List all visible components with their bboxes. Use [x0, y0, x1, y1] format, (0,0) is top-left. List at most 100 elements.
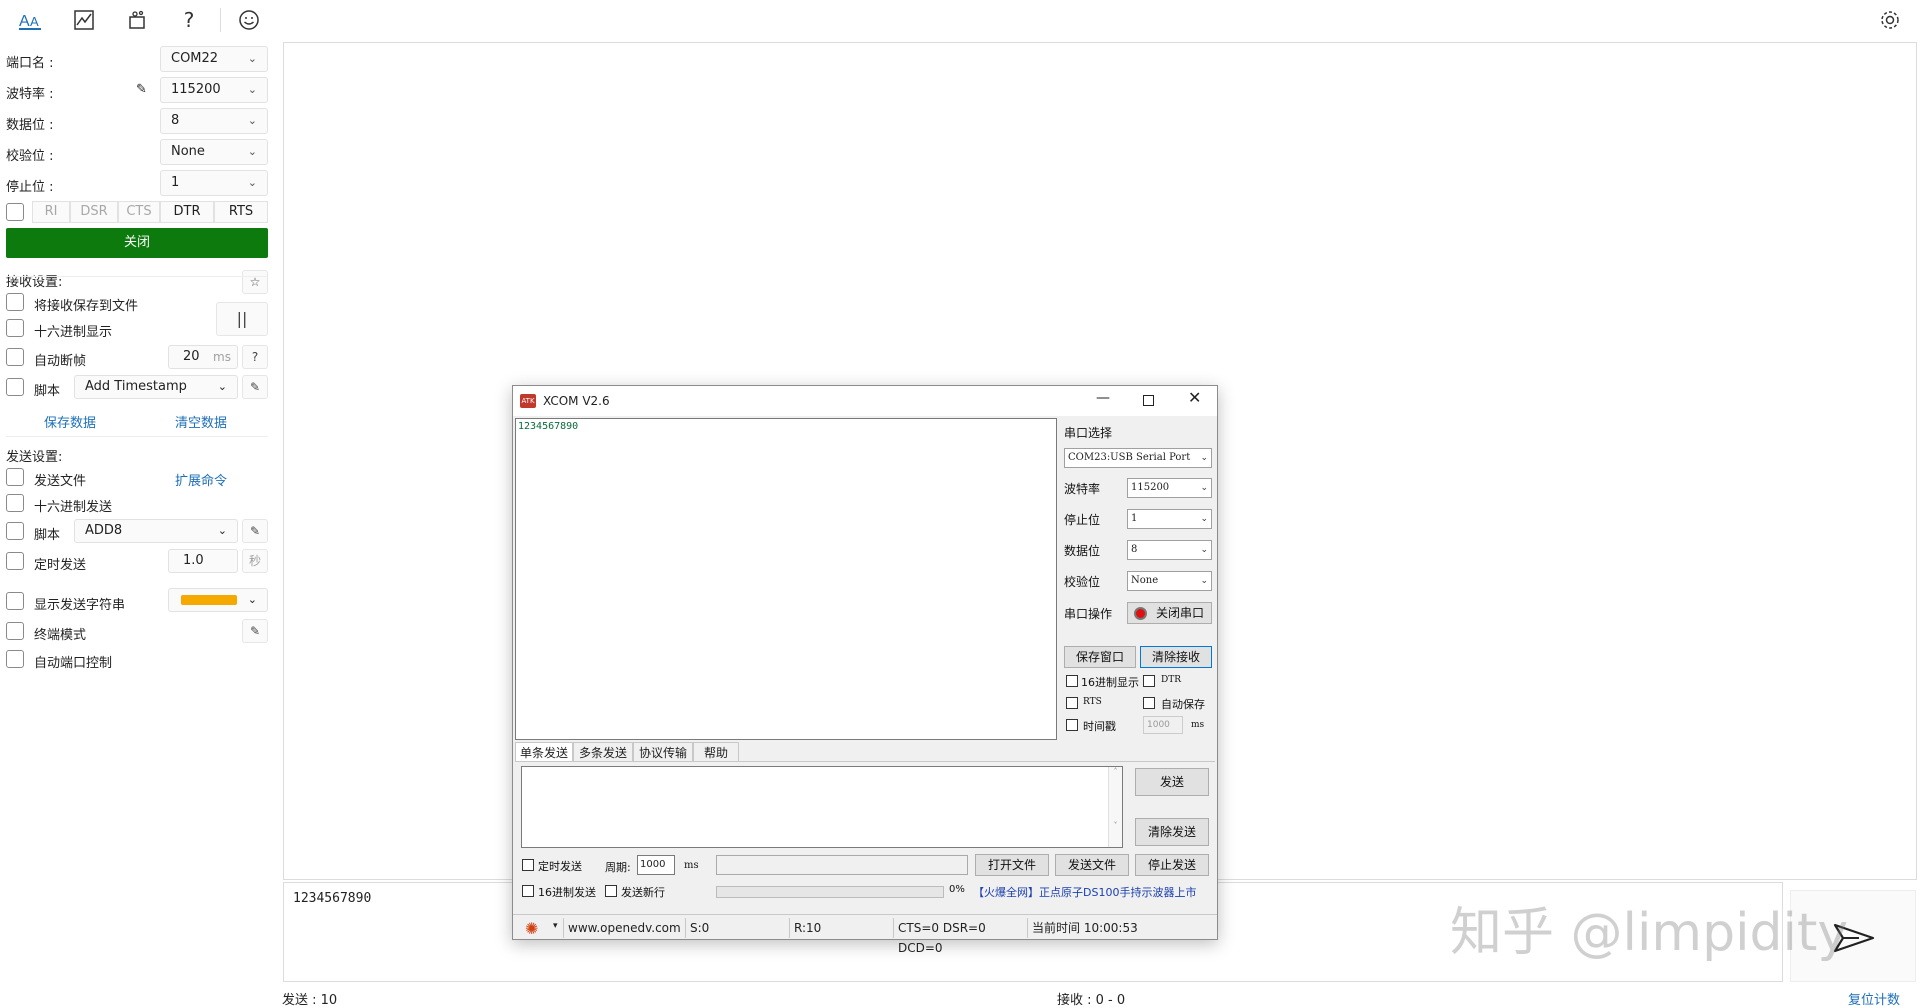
chevron-down-icon: ⌄	[1200, 576, 1208, 586]
minimize-icon[interactable]: —	[1096, 390, 1110, 406]
send-file-checkbox[interactable]	[6, 468, 24, 486]
plugin-icon[interactable]	[124, 7, 150, 33]
timed-send-checkbox[interactable]	[6, 552, 24, 570]
send-script-select[interactable]: ADD8 ⌄	[74, 519, 238, 543]
port-select[interactable]: COM22 ⌄	[160, 46, 268, 72]
databits-select[interactable]: 8 ⌄	[160, 108, 268, 134]
xcom-send-button[interactable]: 发送	[1135, 768, 1209, 796]
tab-multi-send[interactable]: 多条发送	[573, 742, 633, 762]
xcom-hex-send-checkbox[interactable]	[522, 885, 534, 897]
send-script-checkbox[interactable]	[6, 522, 24, 540]
extend-command-link[interactable]: 扩展命令	[175, 470, 227, 489]
chevron-down-icon: ⌄	[1200, 453, 1208, 463]
xcom-titlebar[interactable]: ATK XCOM V2.6 — ✕	[513, 386, 1217, 416]
close-port-button[interactable]: 关闭	[6, 228, 268, 258]
xcom-ad-link[interactable]: 【火爆全网】正点原子DS100手持示波器上市	[973, 884, 1196, 900]
xcom-close-port-button[interactable]: 关闭串口	[1127, 602, 1212, 624]
auto-port-control-checkbox[interactable]	[6, 650, 24, 668]
edit-script-icon[interactable]: ✎	[242, 519, 268, 543]
xcom-port-select[interactable]: COM23:USB Serial Port ⌄	[1064, 448, 1212, 468]
recv-script-select[interactable]: Add Timestamp ⌄	[74, 375, 238, 399]
chevron-down-icon: ⌄	[1200, 514, 1208, 524]
xcom-title: XCOM V2.6	[543, 394, 610, 408]
send-script-value: ADD8	[85, 523, 123, 538]
gear-icon[interactable]	[1877, 7, 1903, 33]
signal-checkbox[interactable]	[6, 203, 24, 221]
parity-select[interactable]: None ⌄	[160, 139, 268, 165]
help-icon[interactable]: ?	[176, 7, 202, 33]
baud-select[interactable]: 115200 ⌄	[160, 77, 268, 103]
clear-data-link[interactable]: 清空数据	[175, 412, 227, 431]
xcom-stop-send-button[interactable]: 停止发送	[1135, 854, 1209, 876]
auto-frame-checkbox[interactable]	[6, 348, 24, 366]
chart-icon[interactable]	[71, 7, 97, 33]
xcom-save-window-button[interactable]: 保存窗口	[1064, 646, 1136, 668]
show-send-string-checkbox[interactable]	[6, 592, 24, 610]
xcom-hex-send-label: 16进制发送	[538, 886, 596, 899]
save-data-link[interactable]: 保存数据	[44, 412, 96, 431]
xcom-period-input[interactable]: 1000	[637, 855, 675, 875]
help-button[interactable]: ?	[242, 345, 268, 369]
xcom-parity-select[interactable]: None ⌄	[1127, 571, 1212, 591]
hex-send-checkbox[interactable]	[6, 494, 24, 512]
close-icon[interactable]: ✕	[1188, 388, 1201, 407]
timed-send-label: 定时发送	[34, 558, 87, 573]
color-swatch	[181, 595, 237, 605]
xcom-rts-checkbox[interactable]	[1066, 697, 1078, 709]
xcom-stop-select[interactable]: 1 ⌄	[1127, 509, 1212, 529]
xcom-baud-select[interactable]: 115200 ⌄	[1127, 478, 1212, 498]
pause-button[interactable]: ||	[216, 302, 268, 336]
timed-send-input[interactable]: 1.0	[168, 549, 238, 573]
xcom-gear-icon[interactable]: ✺	[525, 919, 538, 938]
xcom-receive-area[interactable]: 1234567890	[515, 418, 1057, 740]
highlight-color-picker[interactable]: ⌄	[168, 588, 268, 612]
auto-port-control-label: 自动端口控制	[34, 656, 113, 671]
chevron-down-icon: ⌄	[247, 145, 257, 158]
xcom-send-newline-checkbox[interactable]	[605, 885, 617, 897]
edit-script-icon[interactable]: ✎	[242, 375, 268, 399]
terminal-mode-label: 终端模式	[34, 628, 87, 643]
auto-frame-value: 20	[183, 349, 200, 364]
xcom-timestamp-checkbox[interactable]	[1066, 719, 1078, 731]
reset-counter-link[interactable]: 复位计数	[1848, 989, 1900, 1008]
maximize-icon[interactable]	[1143, 395, 1154, 406]
save-to-file-checkbox[interactable]	[6, 293, 24, 311]
auto-frame-input[interactable]: 20 ms	[168, 345, 238, 369]
xcom-timestamp-value: 1000	[1147, 720, 1170, 730]
xcom-send-file-button[interactable]: 发送文件	[1055, 854, 1129, 876]
xcom-timestamp-input[interactable]: 1000	[1143, 716, 1183, 734]
xcom-send-input[interactable]: ˄ ˅	[521, 766, 1123, 848]
signal-dtr[interactable]: DTR	[160, 201, 214, 223]
timed-send-unit: 秒	[242, 549, 268, 573]
smiley-icon[interactable]	[236, 7, 262, 33]
signal-rts[interactable]: RTS	[214, 201, 268, 223]
xcom-auto-save-checkbox[interactable]	[1143, 697, 1155, 709]
xcom-status-bar: ✺ ▾ www.openedv.com S:0 R:10 CTS=0 DSR=0…	[513, 914, 1217, 955]
xcom-data-select[interactable]: 8 ⌄	[1127, 540, 1212, 560]
xcom-open-file-button[interactable]: 打开文件	[975, 854, 1049, 876]
xcom-timed-send-checkbox[interactable]	[522, 859, 534, 871]
font-icon[interactable]: AA	[17, 7, 43, 33]
xcom-status-site[interactable]: www.openedv.com	[563, 918, 685, 938]
xcom-window[interactable]: ATK XCOM V2.6 — ✕ 1234567890 串口选择 COM23:…	[512, 385, 1218, 955]
xcom-send-scrollbar[interactable]: ˄ ˅	[1108, 767, 1122, 847]
signal-cts: CTS	[118, 201, 160, 223]
tab-single-send[interactable]: 单条发送	[515, 742, 573, 762]
chevron-down-icon[interactable]: ▾	[553, 921, 558, 931]
baud-edit-icon[interactable]: ✎	[136, 82, 147, 97]
xcom-clear-recv-button[interactable]: 清除接收	[1140, 646, 1212, 668]
xcom-clear-send-button[interactable]: 清除发送	[1135, 818, 1209, 846]
stopbits-select[interactable]: 1 ⌄	[160, 170, 268, 196]
xcom-file-path-input[interactable]	[716, 855, 968, 875]
recv-script-checkbox[interactable]	[6, 378, 24, 396]
star-icon[interactable]: ☆	[242, 270, 268, 294]
xcom-hex-display-checkbox[interactable]	[1066, 675, 1078, 687]
parity-label: 校验位 :	[6, 149, 54, 164]
hex-display-checkbox[interactable]	[6, 319, 24, 337]
tab-protocol[interactable]: 协议传输	[633, 742, 693, 762]
terminal-mode-checkbox[interactable]	[6, 622, 24, 640]
tab-help[interactable]: 帮助	[693, 742, 739, 762]
chevron-down-icon: ⌄	[217, 524, 227, 537]
xcom-dtr-checkbox[interactable]	[1143, 675, 1155, 687]
edit-terminal-icon[interactable]: ✎	[242, 619, 268, 643]
